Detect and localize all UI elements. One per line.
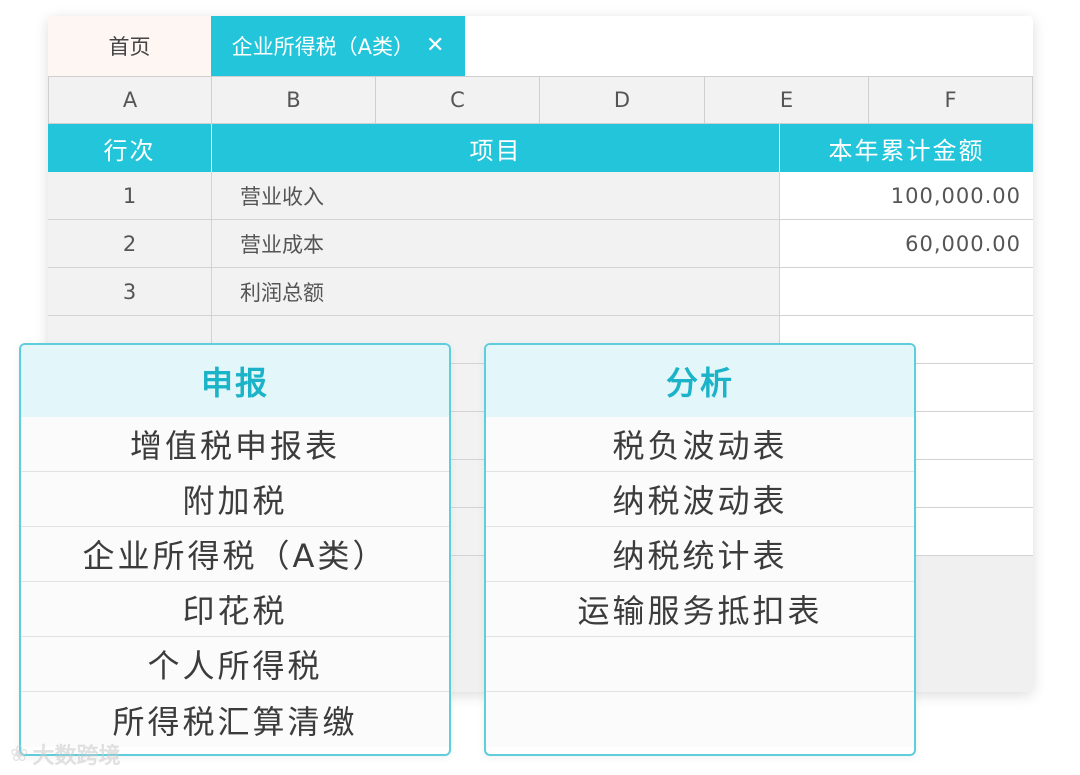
watermark-text: 大数跨境 [32, 744, 121, 769]
column-header-a[interactable]: A [48, 76, 212, 124]
row-number-cell[interactable]: 1 [48, 172, 212, 220]
row-number: 3 [122, 279, 137, 304]
column-header-d[interactable]: D [539, 76, 705, 124]
row-number: 2 [122, 231, 137, 256]
menu-item-label: 运输服务抵扣表 [577, 592, 823, 630]
item-cell[interactable]: 营业成本 [212, 220, 780, 268]
tab-active-label: 企业所得税（A类） [231, 35, 414, 59]
menu-item-transport-deduction[interactable]: 运输服务抵扣表 [486, 582, 914, 637]
menu-item-tax-statistics[interactable]: 纳税统计表 [486, 527, 914, 582]
menu-item-stamp-duty[interactable]: 印花税 [21, 582, 449, 637]
menu-item-label: 印花税 [182, 592, 288, 630]
item-label: 营业收入 [240, 184, 324, 209]
menu-item-label: 增值税申报表 [129, 427, 340, 465]
watermark: ❀ 大数跨境 [10, 738, 120, 770]
analysis-panel: 分析 税负波动表 纳税波动表 纳税统计表 运输服务抵扣表 [484, 343, 916, 756]
analysis-panel-title: 分析 [486, 345, 914, 417]
menu-item-surtax[interactable]: 附加税 [21, 472, 449, 527]
close-icon[interactable]: ✕ [426, 35, 444, 57]
column-header-label: A [122, 88, 138, 112]
row-number: 1 [122, 183, 137, 208]
item-cell[interactable]: 利润总额 [212, 268, 780, 316]
menu-item-tax-burden-fluctuation[interactable]: 税负波动表 [486, 417, 914, 472]
column-header-label: C [450, 88, 465, 112]
row-number-cell[interactable]: 3 [48, 268, 212, 316]
header-item: 项目 [212, 124, 780, 172]
column-header-f[interactable]: F [868, 76, 1033, 124]
menu-item-empty [486, 637, 914, 692]
tab-home-label: 首页 [108, 35, 151, 59]
menu-item-label: 纳税统计表 [612, 537, 788, 575]
menu-item-label: 纳税波动表 [612, 482, 788, 520]
menu-item-tax-payment-fluctuation[interactable]: 纳税波动表 [486, 472, 914, 527]
declare-panel: 申报 增值税申报表 附加税 企业所得税（A类） 印花税 个人所得税 所得税汇算清… [19, 343, 451, 756]
header-label: 项目 [469, 136, 522, 165]
menu-item-label: 税负波动表 [612, 427, 788, 465]
menu-item-vat-return[interactable]: 增值税申报表 [21, 417, 449, 472]
menu-item-label: 个人所得税 [147, 647, 323, 685]
item-label: 营业成本 [240, 232, 324, 257]
tab-corporate-income-tax[interactable]: 企业所得税（A类） ✕ [211, 16, 465, 76]
tab-home[interactable]: 首页 [48, 16, 211, 76]
column-header-label: E [779, 88, 794, 112]
header-row-number: 行次 [48, 124, 212, 172]
amount-cell[interactable]: 60,000.00 [780, 220, 1033, 268]
column-header-label: B [286, 88, 301, 112]
header-label: 本年累计金额 [828, 136, 985, 165]
declare-panel-title: 申报 [21, 345, 449, 417]
menu-item-empty [486, 692, 914, 747]
menu-item-label: 企业所得税（A类） [82, 537, 388, 575]
menu-item-label: 所得税汇算清缴 [112, 702, 358, 741]
row-number-cell[interactable]: 2 [48, 220, 212, 268]
menu-item-corporate-income-tax[interactable]: 企业所得税（A类） [21, 527, 449, 582]
column-header-label: D [613, 88, 631, 112]
panel-title-label: 分析 [665, 364, 734, 402]
amount-value: 60,000.00 [905, 231, 1021, 256]
column-header-c[interactable]: C [375, 76, 540, 124]
panel-title-label: 申报 [200, 364, 269, 402]
header-amount: 本年累计金额 [780, 124, 1033, 172]
tab-bar: 首页 企业所得税（A类） ✕ [48, 16, 1033, 76]
column-header-e[interactable]: E [704, 76, 869, 124]
item-label: 利润总额 [240, 280, 324, 305]
amount-value: 100,000.00 [890, 183, 1021, 208]
header-label: 行次 [103, 136, 156, 165]
amount-cell[interactable] [780, 268, 1033, 316]
item-cell[interactable]: 营业收入 [212, 172, 780, 220]
menu-item-label: 附加税 [182, 482, 288, 520]
column-header-b[interactable]: B [211, 76, 376, 124]
watermark-logo-icon: ❀ [10, 741, 29, 767]
amount-cell[interactable]: 100,000.00 [780, 172, 1033, 220]
column-header-label: F [944, 88, 957, 112]
menu-item-personal-income-tax[interactable]: 个人所得税 [21, 637, 449, 692]
